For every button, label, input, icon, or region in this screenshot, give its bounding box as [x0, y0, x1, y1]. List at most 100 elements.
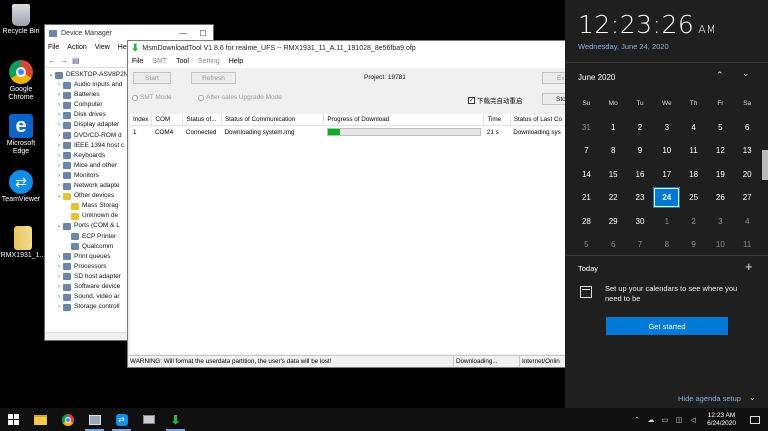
chevron-right-icon[interactable]: ›	[55, 282, 63, 292]
calendar-day[interactable]: 15	[600, 164, 627, 185]
taskbar-device-manager[interactable]	[81, 408, 108, 431]
calendar-day[interactable]: 26	[707, 187, 734, 208]
calendar-day[interactable]: 31	[573, 117, 600, 138]
hide-agenda-link[interactable]: Hide agenda setup	[678, 394, 741, 403]
desktop-icon-rmx-file[interactable]: RMX1931_1...	[0, 226, 46, 260]
chevron-right-icon[interactable]: ›	[55, 292, 63, 302]
calendar-day[interactable]: 8	[653, 234, 680, 255]
minimize-icon[interactable]: —	[173, 29, 193, 38]
menu-file[interactable]: File	[48, 44, 59, 51]
month-year-label[interactable]: June 2020	[578, 73, 615, 82]
menu-smt[interactable]: SMT	[152, 58, 167, 65]
table-row[interactable]: 1 COM4 Connected Downloading system.img …	[130, 126, 566, 139]
smt-mode-radio[interactable]: SMT Mode	[132, 94, 172, 101]
taskbar-teamviewer[interactable]: ⇄	[108, 408, 135, 431]
taskbar-drive[interactable]	[135, 408, 162, 431]
chevron-right-icon[interactable]: ›	[55, 80, 63, 90]
chevron-down-icon[interactable]: ⌄	[55, 191, 63, 201]
calendar-day[interactable]: 14	[573, 164, 600, 185]
maximize-icon[interactable]: ☐	[193, 29, 213, 38]
column-header[interactable]: Time	[483, 114, 511, 126]
auto-reboot-checkbox[interactable]: ✓ 下载完自动重启	[468, 95, 523, 105]
calendar-day[interactable]: 8	[600, 140, 627, 161]
start-button[interactable]: Start	[133, 72, 171, 84]
add-event-icon[interactable]: +	[745, 259, 753, 274]
forward-icon[interactable]: →	[60, 56, 68, 65]
chevron-right-icon[interactable]: ›	[55, 120, 63, 130]
menu-view[interactable]: View	[95, 44, 110, 51]
calendar-day[interactable]: 9	[627, 140, 654, 161]
calendar-day[interactable]: 18	[680, 164, 707, 185]
device-manager-titlebar[interactable]: Device Manager — ☐	[45, 25, 213, 41]
menu-setting[interactable]: Setting	[198, 58, 220, 65]
calendar-day[interactable]: 6	[600, 234, 627, 255]
chevron-up-icon[interactable]: ⌃	[716, 70, 724, 81]
cloud-icon[interactable]: ☁	[645, 416, 657, 424]
calendar-day[interactable]: 3	[707, 211, 734, 232]
calendar-day[interactable]: 27	[734, 187, 761, 208]
calendar-day[interactable]: 7	[627, 234, 654, 255]
menu-tool[interactable]: Tool	[176, 58, 189, 65]
calendar-day[interactable]: 4	[734, 211, 761, 232]
calendar-day[interactable]: 2	[680, 211, 707, 232]
menu-help[interactable]: Help	[229, 58, 243, 65]
calendar-day[interactable]: 30	[627, 211, 654, 232]
chevron-down-icon[interactable]: ⌄	[749, 393, 756, 402]
chevron-up-icon[interactable]: ⌃	[631, 416, 643, 424]
menu-help[interactable]: He	[118, 44, 127, 51]
calendar-day[interactable]: 1	[600, 117, 627, 138]
notification-icon[interactable]	[750, 415, 760, 424]
menu-file[interactable]: File	[132, 58, 143, 65]
chevron-down-icon[interactable]: ⌄	[55, 221, 63, 231]
download-tool-titlebar[interactable]: ⬇ MsmDownloadTool V1.8.6 for realme_UFS …	[128, 41, 566, 55]
chevron-right-icon[interactable]: ›	[55, 141, 63, 151]
calendar-day[interactable]: 22	[600, 187, 627, 208]
chevron-down-icon[interactable]: ⌄	[742, 68, 750, 79]
calendar-day[interactable]: 4	[680, 117, 707, 138]
calendar-day[interactable]: 3	[653, 117, 680, 138]
calendar-day[interactable]: 20	[734, 164, 761, 185]
aftersales-mode-radio[interactable]: After-sales Upgrade Mode	[198, 94, 282, 101]
volume-icon[interactable]: ◁	[687, 416, 699, 424]
chevron-right-icon[interactable]: ›	[55, 262, 63, 272]
chevron-right-icon[interactable]: ›	[55, 151, 63, 161]
start-button[interactable]	[0, 408, 27, 431]
taskbar-file-explorer[interactable]	[27, 408, 54, 431]
calendar-day[interactable]: 5	[573, 234, 600, 255]
chevron-down-icon[interactable]: ⌄	[47, 70, 55, 80]
column-header[interactable]: Status of...	[182, 114, 222, 126]
desktop-icon-chrome[interactable]: Google Chrome	[0, 60, 42, 102]
chevron-right-icon[interactable]: ›	[55, 171, 63, 181]
taskbar-clock[interactable]: 12:23 AM 6/24/2020	[707, 412, 736, 428]
properties-icon[interactable]: ▤	[72, 56, 80, 65]
calendar-day[interactable]: 6	[734, 117, 761, 138]
calendar-day[interactable]: 13	[734, 140, 761, 161]
column-header[interactable]: Status of Communication	[221, 114, 325, 126]
column-header[interactable]: Status of Last Co	[510, 114, 567, 126]
calendar-day[interactable]: 5	[707, 117, 734, 138]
calendar-day[interactable]: 17	[653, 164, 680, 185]
long-date-link[interactable]: Wednesday, June 24, 2020	[578, 42, 669, 51]
calendar-day[interactable]: 2	[627, 117, 654, 138]
column-header[interactable]: COM	[151, 114, 184, 126]
calendar-day[interactable]: 10	[653, 140, 680, 161]
chevron-right-icon[interactable]: ›	[55, 110, 63, 120]
battery-icon[interactable]: ▭	[659, 416, 671, 424]
column-header[interactable]: Progress of Download	[323, 114, 485, 126]
calendar-day[interactable]: 19	[707, 164, 734, 185]
menu-action[interactable]: Action	[67, 44, 86, 51]
network-icon[interactable]: ◫	[673, 416, 685, 424]
back-icon[interactable]: ←	[48, 56, 56, 65]
desktop-icon-recycle-bin[interactable]: Recycle Bin	[0, 4, 42, 36]
calendar-day[interactable]: 10	[707, 234, 734, 255]
calendar-day[interactable]: 23	[627, 187, 654, 208]
chevron-right-icon[interactable]: ›	[55, 90, 63, 100]
taskbar-chrome[interactable]	[54, 408, 81, 431]
calendar-day[interactable]: 11	[680, 140, 707, 161]
desktop-icon-teamviewer[interactable]: ⇄ TeamViewer	[0, 170, 42, 204]
calendar-day[interactable]: 1	[653, 211, 680, 232]
chevron-right-icon[interactable]: ›	[55, 181, 63, 191]
calendar-day[interactable]: 12	[707, 140, 734, 161]
chevron-right-icon[interactable]: ›	[55, 131, 63, 141]
calendar-day[interactable]: 25	[680, 187, 707, 208]
